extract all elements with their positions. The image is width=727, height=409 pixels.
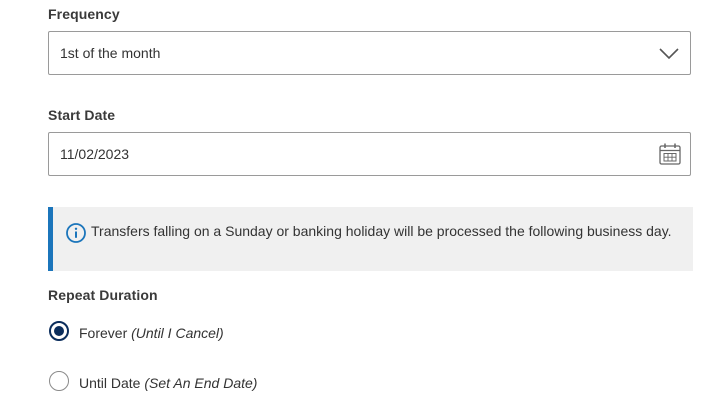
info-icon	[66, 223, 86, 243]
start-date-label: Start Date	[48, 107, 116, 123]
repeat-duration-label: Repeat Duration	[48, 287, 158, 303]
radio-forever-note: (Until I Cancel)	[131, 325, 224, 341]
start-date-value: 11/02/2023	[60, 146, 130, 162]
recurring-transfer-form: Frequency 1st of the month Start Date 11…	[0, 0, 727, 409]
frequency-select[interactable]: 1st of the month	[48, 31, 691, 75]
frequency-value: 1st of the month	[60, 45, 161, 61]
radio-forever-text: Forever	[79, 325, 132, 341]
frequency-label: Frequency	[48, 6, 120, 22]
chevron-down-icon[interactable]	[658, 45, 680, 61]
radio-forever[interactable]	[49, 321, 69, 341]
info-notice: Transfers falling on a Sunday or banking…	[48, 207, 693, 271]
radio-forever-label[interactable]: Forever (Until I Cancel)	[79, 325, 224, 341]
start-date-input[interactable]: 11/02/2023	[48, 132, 691, 176]
radio-until-date-text: Until Date	[79, 375, 145, 391]
radio-until-date[interactable]	[49, 371, 69, 391]
notice-text: Transfers falling on a Sunday or banking…	[91, 223, 672, 239]
calendar-icon[interactable]	[658, 142, 682, 166]
radio-until-date-label[interactable]: Until Date (Set An End Date)	[79, 375, 257, 391]
radio-until-date-note: (Set An End Date)	[144, 375, 258, 391]
